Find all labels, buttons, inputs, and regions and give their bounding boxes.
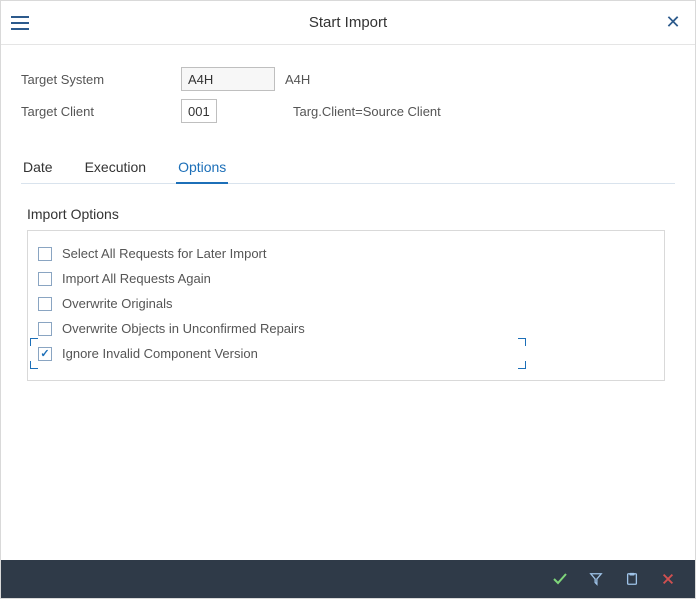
dialog-body: Target System A4H Target Client Targ.Cli… <box>1 45 695 560</box>
target-client-row: Target Client Targ.Client=Source Client <box>21 99 675 123</box>
target-client-label: Target Client <box>21 104 181 119</box>
tab-options[interactable]: Options <box>176 153 228 183</box>
option-label: Import All Requests Again <box>62 271 211 286</box>
option-overwrite-originals[interactable]: Overwrite Originals <box>36 291 656 316</box>
checkbox-select-all-later[interactable] <box>38 247 52 261</box>
dialog-footer <box>1 560 695 598</box>
option-overwrite-unconfirmed[interactable]: Overwrite Objects in Unconfirmed Repairs <box>36 316 656 341</box>
option-label: Overwrite Originals <box>62 296 173 311</box>
option-label: Overwrite Objects in Unconfirmed Repairs <box>62 321 305 336</box>
option-ignore-invalid-version[interactable]: Ignore Invalid Component Version <box>36 341 656 366</box>
checkbox-ignore-invalid-version[interactable] <box>38 347 52 361</box>
close-icon[interactable]: ✕ <box>661 12 685 33</box>
focus-corner-icon <box>30 338 38 346</box>
tab-execution[interactable]: Execution <box>83 153 148 183</box>
checkbox-import-again[interactable] <box>38 272 52 286</box>
checkbox-overwrite-unconfirmed[interactable] <box>38 322 52 336</box>
checkbox-overwrite-originals[interactable] <box>38 297 52 311</box>
clipboard-icon[interactable] <box>623 570 641 588</box>
menu-icon[interactable] <box>11 11 35 35</box>
target-client-input[interactable] <box>181 99 217 123</box>
import-options-title: Import Options <box>27 206 675 222</box>
dialog-title: Start Import <box>35 14 661 31</box>
target-system-row: Target System A4H <box>21 67 675 91</box>
target-system-desc: A4H <box>285 72 310 87</box>
option-label: Ignore Invalid Component Version <box>62 346 258 361</box>
option-select-all-later[interactable]: Select All Requests for Later Import <box>36 241 656 266</box>
option-label: Select All Requests for Later Import <box>62 246 266 261</box>
option-import-again[interactable]: Import All Requests Again <box>36 266 656 291</box>
dialog-header: Start Import ✕ <box>1 1 695 45</box>
target-client-desc: Targ.Client=Source Client <box>293 104 441 119</box>
target-system-input[interactable] <box>181 67 275 91</box>
cancel-icon[interactable] <box>659 570 677 588</box>
import-options-box: Select All Requests for Later Import Imp… <box>27 230 665 381</box>
tab-strip: Date Execution Options <box>21 153 675 184</box>
tab-date[interactable]: Date <box>21 153 55 183</box>
focus-corner-icon <box>518 338 526 346</box>
focus-corner-icon <box>30 361 38 369</box>
focus-corner-icon <box>518 361 526 369</box>
confirm-icon[interactable] <box>551 570 569 588</box>
target-system-label: Target System <box>21 72 181 87</box>
filter-icon[interactable] <box>587 570 605 588</box>
